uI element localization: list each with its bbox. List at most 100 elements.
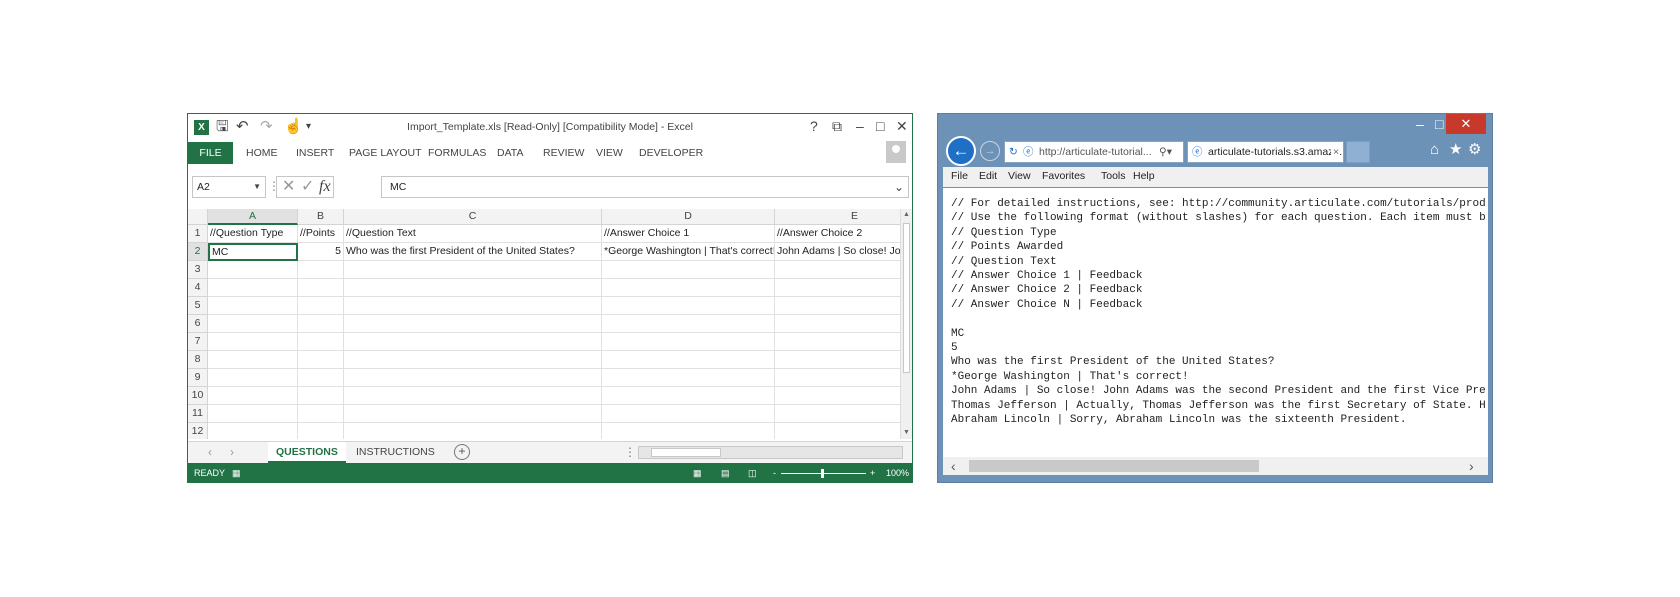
menu-edit[interactable]: Edit	[979, 170, 997, 182]
empty-cell[interactable]	[775, 315, 900, 333]
empty-cell[interactable]	[602, 297, 775, 315]
row-header[interactable]: 7	[188, 333, 208, 351]
page-layout-view-icon[interactable]: ▤	[721, 468, 730, 479]
scroll-thumb[interactable]	[969, 460, 1259, 472]
menu-help[interactable]: Help	[1133, 170, 1155, 182]
minimize-button[interactable]: –	[1416, 116, 1424, 132]
cell-e1[interactable]: //Answer Choice 2	[775, 225, 900, 243]
help-button[interactable]: ?	[810, 117, 818, 135]
favorites-icon[interactable]: ★	[1449, 141, 1462, 159]
insert-function-icon[interactable]: fx	[319, 178, 331, 196]
expand-formula-icon[interactable]: ⌄	[894, 177, 904, 197]
scroll-thumb[interactable]	[903, 223, 910, 373]
select-all-corner[interactable]	[188, 209, 208, 225]
gear-icon[interactable]: ⚙	[1468, 141, 1481, 159]
empty-cell[interactable]	[344, 387, 602, 405]
sheet-tab-instructions[interactable]: INSTRUCTIONS	[348, 442, 443, 463]
empty-cell[interactable]	[775, 405, 900, 423]
scroll-up-icon[interactable]: ▲	[901, 209, 912, 221]
horizontal-scrollbar[interactable]	[638, 446, 903, 459]
empty-cell[interactable]	[344, 333, 602, 351]
empty-cell[interactable]	[298, 351, 344, 369]
row-header[interactable]: 12	[188, 423, 208, 439]
empty-cell[interactable]	[775, 297, 900, 315]
row-header[interactable]: 5	[188, 297, 208, 315]
empty-cell[interactable]	[775, 351, 900, 369]
empty-cell[interactable]	[602, 315, 775, 333]
empty-cell[interactable]	[775, 279, 900, 297]
empty-cell[interactable]	[344, 423, 602, 439]
maximize-button[interactable]: □	[1435, 116, 1443, 132]
empty-cell[interactable]	[298, 387, 344, 405]
empty-cell[interactable]	[602, 369, 775, 387]
empty-cell[interactable]	[775, 387, 900, 405]
menu-favorites[interactable]: Favorites	[1042, 170, 1085, 182]
empty-cell[interactable]	[208, 387, 298, 405]
empty-cell[interactable]	[775, 423, 900, 439]
row-header[interactable]: 6	[188, 315, 208, 333]
empty-cell[interactable]	[298, 423, 344, 439]
empty-cell[interactable]	[775, 261, 900, 279]
tab-data[interactable]: DATA	[497, 147, 523, 159]
cell-a1[interactable]: //Question Type	[208, 225, 298, 243]
empty-cell[interactable]	[344, 405, 602, 423]
column-header-e[interactable]: E	[775, 209, 900, 225]
refresh-icon[interactable]: ↻	[1009, 142, 1018, 162]
cell-e2[interactable]: John Adams | So close! John Adams was th…	[775, 243, 900, 261]
cell-a2[interactable]: MC	[208, 243, 298, 261]
new-sheet-button[interactable]: +	[454, 444, 470, 460]
empty-cell[interactable]	[775, 369, 900, 387]
tab-page-layout[interactable]: PAGE LAYOUT	[349, 147, 422, 159]
page-content[interactable]: // For detailed instructions, see: http:…	[943, 188, 1488, 473]
zoom-slider-knob[interactable]	[821, 469, 824, 478]
empty-cell[interactable]	[602, 279, 775, 297]
empty-cell[interactable]	[602, 261, 775, 279]
empty-cell[interactable]	[208, 405, 298, 423]
empty-cell[interactable]	[775, 333, 900, 351]
row-header[interactable]: 4	[188, 279, 208, 297]
enter-icon[interactable]: ✓	[301, 178, 314, 196]
tab-insert[interactable]: INSERT	[296, 147, 334, 159]
empty-cell[interactable]	[602, 387, 775, 405]
vertical-scrollbar[interactable]: ▲ ▼	[900, 209, 912, 439]
cell-b2[interactable]: 5	[298, 243, 344, 261]
scroll-down-icon[interactable]: ▼	[901, 427, 912, 439]
column-header-c[interactable]: C	[344, 209, 602, 225]
tab-review[interactable]: REVIEW	[543, 147, 584, 159]
menu-file[interactable]: File	[951, 170, 968, 182]
zoom-level[interactable]: 100%	[886, 468, 909, 478]
empty-cell[interactable]	[602, 351, 775, 369]
worksheet-grid[interactable]: A B C D E 1 2 3 4 5 6 7 8 9 10 11 12 //Q…	[188, 209, 900, 439]
user-avatar[interactable]	[886, 141, 906, 163]
back-button[interactable]: ←	[946, 136, 976, 166]
empty-cell[interactable]	[344, 297, 602, 315]
cell-d1[interactable]: //Answer Choice 1	[602, 225, 775, 243]
tab-developer[interactable]: DEVELOPER	[639, 147, 703, 159]
empty-cell[interactable]	[208, 333, 298, 351]
cell-d2[interactable]: *George Washington | That's correct!	[602, 243, 775, 261]
close-button[interactable]: ✕	[1446, 114, 1486, 134]
tab-formulas[interactable]: FORMULAS	[428, 147, 486, 159]
normal-view-icon[interactable]: ▦	[693, 468, 702, 479]
empty-cell[interactable]	[602, 423, 775, 439]
empty-cell[interactable]	[298, 405, 344, 423]
row-header[interactable]: 10	[188, 387, 208, 405]
empty-cell[interactable]	[344, 261, 602, 279]
row-header[interactable]: 11	[188, 405, 208, 423]
menu-tools[interactable]: Tools	[1101, 170, 1126, 182]
empty-cell[interactable]	[208, 351, 298, 369]
row-header[interactable]: 8	[188, 351, 208, 369]
row-header[interactable]: 2	[188, 243, 208, 261]
zoom-in-button[interactable]: +	[870, 468, 875, 478]
menu-view[interactable]: View	[1008, 170, 1031, 182]
zoom-out-button[interactable]: -	[773, 468, 776, 478]
empty-cell[interactable]	[298, 369, 344, 387]
search-icon[interactable]: ⚲▾	[1157, 142, 1172, 162]
name-box[interactable]: A2 ▼	[192, 176, 266, 198]
browser-tab[interactable]: ⓔ articulate-tutorials.s3.amaz... ×	[1187, 141, 1344, 163]
scroll-thumb[interactable]	[651, 448, 721, 457]
forward-button[interactable]: →	[980, 141, 1000, 161]
empty-cell[interactable]	[344, 369, 602, 387]
cancel-icon[interactable]: ✕	[282, 178, 295, 196]
macro-record-icon[interactable]: ▦	[232, 468, 241, 479]
